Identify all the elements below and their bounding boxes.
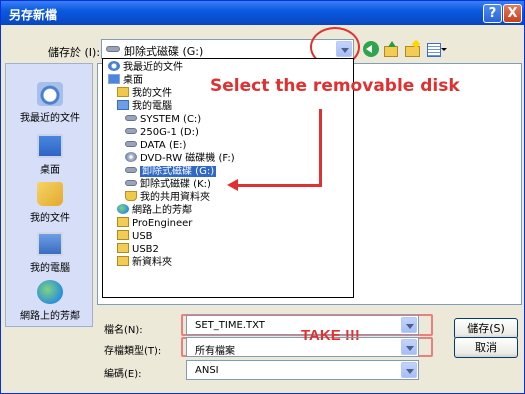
dropdown-item-usb[interactable]: USB — [117, 230, 153, 243]
dropdown-item-label: 新資料夾 — [132, 257, 172, 268]
place-label: 我的電腦 — [30, 263, 70, 274]
encoding-value: ANSI — [195, 365, 219, 376]
annotation-arrow-line — [319, 109, 322, 186]
save-in-value: 卸除式磁碟 (G:) — [124, 45, 204, 58]
dropdown-item-label: 我的電腦 — [132, 101, 172, 112]
encoding-combobox[interactable]: ANSI — [186, 360, 419, 380]
place-recent[interactable]: 我最近的文件 — [6, 82, 94, 124]
place-network[interactable]: 網路上的芳鄰 — [6, 280, 94, 322]
help-button[interactable]: ? — [483, 4, 502, 23]
close-button[interactable]: X — [503, 4, 522, 23]
annotation-arrow-line — [237, 184, 322, 187]
place-label: 我的文件 — [30, 213, 70, 224]
dropdown-item-network[interactable]: 網路上的芳鄰 — [117, 204, 192, 217]
dropdown-item-my-documents[interactable]: 我的文件 — [117, 87, 172, 100]
dropdown-item-drive-g[interactable]: 卸除式磁碟 (G:) — [125, 165, 217, 178]
folder-icon — [117, 217, 129, 227]
dropdown-item-label: SYSTEM (C:) — [140, 114, 202, 125]
my-documents-icon — [117, 87, 129, 97]
annotation-arrowhead — [227, 179, 238, 191]
dropdown-item-label: 我的文件 — [132, 88, 172, 99]
place-label: 網路上的芳鄰 — [20, 311, 80, 322]
dropdown-item-desktop[interactable]: 桌面 — [108, 74, 143, 87]
place-label: 我最近的文件 — [20, 113, 80, 124]
dropdown-item-my-computer[interactable]: 我的電腦 — [117, 100, 172, 113]
desktop-icon — [37, 134, 63, 158]
dropdown-item-label: 網路上的芳鄰 — [132, 205, 192, 216]
removable-drive-icon — [106, 46, 120, 52]
dropdown-item-label: 250G-1 (D:) — [140, 127, 199, 138]
dropdown-item-label: 桌面 — [123, 75, 143, 86]
chevron-down-icon[interactable] — [401, 362, 417, 378]
network-places-icon — [117, 204, 129, 214]
dropdown-item-shared[interactable]: 我的共用資料夾 — [125, 191, 210, 204]
filetype-label: 存檔類型(T): — [104, 346, 162, 357]
hard-drive-icon — [125, 141, 137, 147]
dropdown-item-drive-c[interactable]: SYSTEM (C:) — [125, 113, 201, 126]
dropdown-item-label: DATA (E:) — [140, 140, 187, 151]
folder-icon — [117, 243, 129, 253]
dropdown-item-usb2[interactable]: USB2 — [117, 243, 159, 256]
dropdown-item-label: 我最近的文件 — [123, 62, 183, 73]
my-computer-icon — [37, 232, 63, 256]
back-arrow-icon[interactable] — [363, 41, 379, 57]
save-button[interactable]: 儲存(S) — [454, 318, 518, 339]
desktop-icon — [108, 74, 120, 84]
up-folder-icon[interactable] — [383, 41, 399, 57]
recent-documents-icon — [37, 82, 63, 106]
chevron-down-icon[interactable] — [401, 317, 417, 333]
dropdown-item-label: DVD-RW 磁碟機 (F:) — [140, 153, 235, 164]
dialog-title: 另存新檔 — [9, 8, 58, 22]
cancel-button[interactable]: 取消 — [454, 337, 518, 358]
dropdown-item-label: 卸除式磁碟 (G:) — [140, 166, 217, 177]
place-label: 桌面 — [40, 165, 60, 176]
dropdown-item-label: USB2 — [132, 244, 159, 255]
dropdown-item-drive-f[interactable]: DVD-RW 磁碟機 (F:) — [125, 152, 235, 165]
filename-label: 檔名(N): — [104, 325, 143, 336]
folder-icon — [117, 256, 129, 266]
place-my-documents[interactable]: 我的文件 — [6, 182, 94, 224]
hard-drive-icon — [125, 128, 137, 134]
save-as-dialog: 另存新檔 ? X 儲存於 (I): 卸除式磁碟 (G:) 我最近的文件 桌面 我… — [0, 0, 525, 394]
take-annotation: TAKE !!! — [301, 327, 360, 344]
shared-folder-icon — [125, 191, 137, 201]
dropdown-item-drive-e[interactable]: DATA (E:) — [125, 139, 186, 152]
place-my-computer[interactable]: 我的電腦 — [6, 232, 94, 274]
new-folder-icon[interactable] — [404, 41, 420, 57]
removable-drive-icon — [125, 180, 137, 186]
filetype-value: 所有檔案 — [195, 346, 235, 357]
chevron-down-icon[interactable] — [401, 339, 417, 355]
dvd-drive-icon — [125, 152, 137, 162]
select-disk-annotation: Select the removable disk — [210, 76, 460, 96]
encoding-label: 編碼(E): — [104, 369, 142, 380]
removable-drive-icon — [125, 167, 137, 173]
title-bar: 另存新檔 ? X — [1, 1, 524, 25]
view-menu-icon[interactable] — [426, 41, 447, 57]
my-computer-icon — [117, 100, 129, 110]
dropdown-item-new-folder[interactable]: 新資料夾 — [117, 256, 172, 269]
dropdown-item-drive-k[interactable]: 卸除式磁碟 (K:) — [125, 178, 211, 191]
dropdown-item-recent[interactable]: 我最近的文件 — [108, 61, 183, 74]
dropdown-item-label: 我的共用資料夾 — [140, 192, 210, 203]
my-documents-icon — [37, 182, 63, 206]
network-places-icon — [37, 280, 63, 304]
dropdown-item-label: ProEngineer — [132, 218, 193, 229]
recent-documents-icon — [108, 61, 120, 71]
hard-drive-icon — [125, 115, 137, 121]
places-bar: 我最近的文件 桌面 我的文件 我的電腦 網路上的芳鄰 — [5, 63, 93, 327]
dropdown-item-label: USB — [132, 231, 153, 242]
place-desktop[interactable]: 桌面 — [6, 134, 94, 176]
folder-icon — [117, 230, 129, 240]
save-in-label: 儲存於 (I): — [48, 46, 101, 59]
filename-value: SET_TIME.TXT — [195, 320, 265, 331]
dropdown-item-label: 卸除式磁碟 (K:) — [140, 179, 211, 190]
dropdown-item-proengineer[interactable]: ProEngineer — [117, 217, 192, 230]
dropdown-item-drive-d[interactable]: 250G-1 (D:) — [125, 126, 199, 139]
